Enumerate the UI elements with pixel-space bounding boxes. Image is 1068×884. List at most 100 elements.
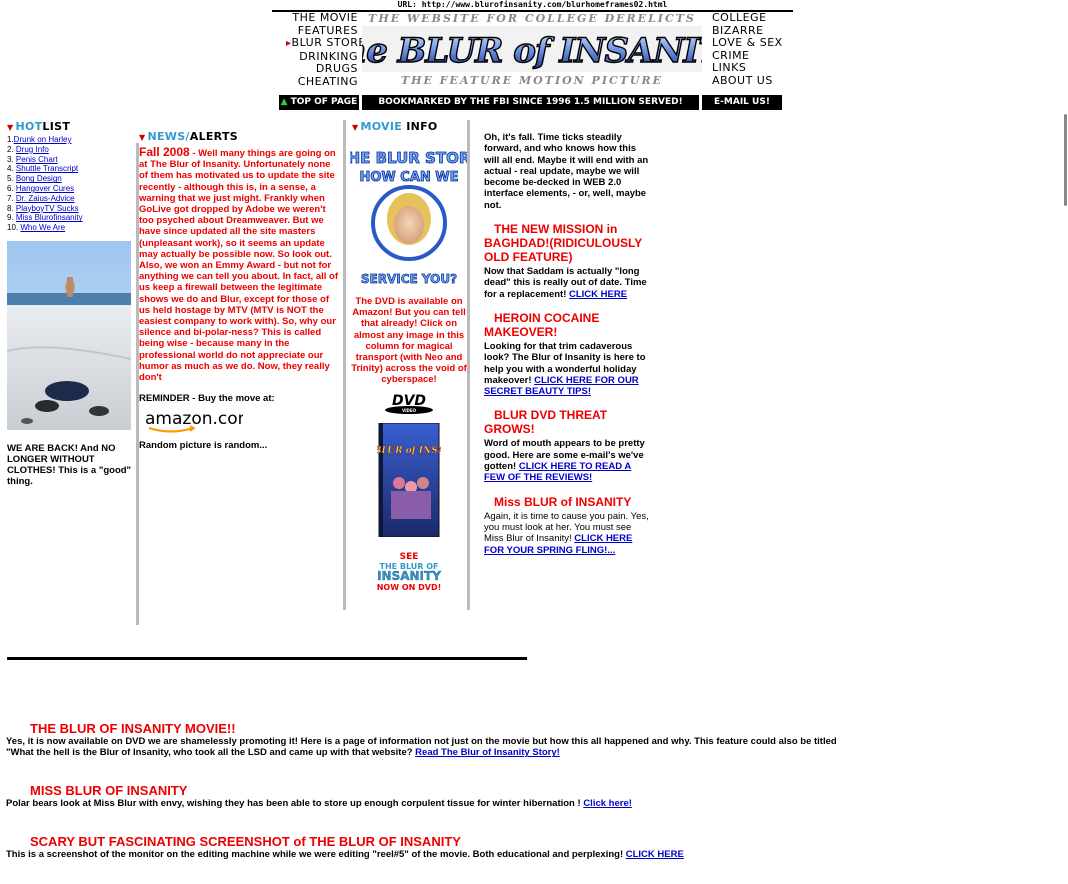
blur-store-badge[interactable]: THE BLUR STORE HOW CAN WE SERVICE YOU? [337, 141, 481, 289]
list-num: 5. [7, 174, 14, 184]
feature-text: Again, it is time to cause you pain. Yes… [484, 511, 652, 556]
hotlist-link[interactable]: Bong Design [16, 174, 62, 183]
list-num: 1. [7, 135, 14, 144]
dvd-video-logo: DVD VIDEO [385, 393, 433, 414]
feature-title: BLUR DVD THREAT GROWS! [484, 408, 652, 436]
list-item: 8. PlayboyTV Sucks [7, 204, 135, 214]
section-title: THE BLUR OF INSANITY MOVIE!! [30, 721, 236, 736]
feature-link[interactable]: CLICK HERE [569, 289, 627, 300]
beach-photo[interactable] [7, 241, 131, 430]
hotlist-link[interactable]: Who We Are [20, 223, 65, 232]
news-heading-b: ALERTS [189, 130, 238, 143]
news-text: - Well many things are going on at The B… [139, 148, 338, 384]
news-heading: ▼ NEWS/ALERTS [139, 130, 339, 143]
see-on-dvd-badge[interactable]: SEE THE BLUR OF INSANITY NOW ON DVD! [359, 550, 459, 592]
feature-text: Looking for that trim cadaverous look? T… [484, 341, 652, 397]
email-us-button[interactable]: E-MAIL US! [702, 95, 782, 110]
section-link[interactable]: Read The Blur of Insanity Story! [415, 747, 560, 758]
nav-the-movie[interactable]: THE MOVIE [286, 11, 358, 25]
list-item: 6. Hangover Cures [7, 184, 135, 194]
triangle-down-icon: ▼ [139, 133, 146, 142]
feature-title-text: THE NEW MISSION in BAGHDAD!(RIDICULOUSLY… [484, 222, 643, 265]
site-logo[interactable]: The BLUR of INSANITY [362, 26, 702, 72]
news-season: Fall 2008 [139, 145, 190, 159]
feature-title: THE NEW MISSION in BAGHDAD!(RIDICULOUSLY… [484, 222, 652, 264]
bookmarked-banner: BOOKMARKED BY THE FBI SINCE 1996 1.5 MIL… [362, 95, 699, 110]
list-num: 9. [7, 213, 14, 223]
see-text-3: INSANITY [377, 569, 441, 583]
list-item: 7. Dr. Zaius-Advice [7, 194, 135, 204]
dvd-video-text: VIDEO [402, 408, 417, 413]
dvd-available-text: The DVD is available on Amazon! But you … [351, 296, 467, 386]
feature-text: Word of mouth appears to be pretty good.… [484, 438, 652, 483]
hotlist-heading-b: LIST [42, 120, 71, 133]
list-item: 2. Drug Info [7, 145, 135, 155]
list-num: 6. [7, 183, 14, 193]
section-miss-blur: MISS BLUR OF INSANITY Polar bears look a… [6, 783, 846, 809]
feature-title-text: Miss BLUR of INSANITY [494, 494, 632, 509]
section-text: Yes, it is now available on DVD we are s… [6, 736, 846, 759]
list-item: 9. Miss Blurofinsanity [7, 213, 135, 223]
news-heading-a: NEWS/ [147, 130, 190, 143]
scrollbar-thumb[interactable] [1064, 114, 1067, 206]
dvd-box-title: The BLUR of INSANITY [377, 446, 441, 456]
news-body: Fall 2008 - Well many things are going o… [139, 145, 339, 384]
section-link[interactable]: Click here! [583, 798, 632, 809]
hotlist-link[interactable]: Drunk on Harley [14, 135, 72, 144]
feature-title: HEROIN COCAINE MAKEOVER! [484, 311, 652, 339]
section-text: This is a screenshot of the monitor on t… [6, 849, 846, 860]
news-alerts: ▼ NEWS/ALERTS Fall 2008 - Well many thing… [139, 130, 339, 451]
dvd-box-image[interactable]: The BLUR of INSANITY [352, 422, 472, 538]
section-link[interactable]: CLICK HERE [626, 849, 684, 860]
triangle-down-icon: ▼ [7, 123, 14, 132]
nav-right: COLLEGE BIZARRE LOVE & SEX CRIME LINKS A… [712, 11, 792, 88]
nav-blur-store-label: BLUR STORE [291, 36, 366, 50]
top-of-page-label: TOP OF PAGE [290, 97, 358, 107]
hotlist-heading-a: HOT [15, 120, 43, 133]
nav-college[interactable]: COLLEGE [712, 11, 792, 25]
movie-heading: ▼ MOVIE INFO [349, 120, 469, 133]
nav-blur-store[interactable]: BLUR STORE [286, 36, 366, 51]
tagline-bottom: THE FEATURE MOTION PICTURE [400, 74, 664, 87]
list-item: 10. Who We Are [7, 223, 135, 233]
list-item: 1.Drunk on Harley [7, 135, 135, 145]
horizontal-rule [7, 657, 527, 660]
up-arrow-icon: ▲ [280, 97, 288, 107]
store-subtitle: HOW CAN WE [359, 170, 458, 185]
amazon-logo[interactable]: amazon.com [143, 407, 254, 433]
see-text-1: SEE [400, 552, 419, 562]
hotlist: ▼ HOTLIST 1.Drunk on Harley 2. Drug Info … [7, 120, 135, 233]
top-of-page-button[interactable]: ▲ TOP OF PAGE [279, 95, 359, 110]
column-divider [343, 120, 346, 610]
nav-about-us[interactable]: ABOUT US [712, 74, 792, 88]
movie-heading-a: MOVIE [360, 120, 407, 133]
section-text: Polar bears look at Miss Blur with envy,… [6, 798, 846, 809]
list-item: 5. Bong Design [7, 174, 135, 184]
list-item: 4. Shuttle Transcript [7, 164, 135, 174]
hotlist-list: 1.Drunk on Harley 2. Drug Info 3. Penis … [7, 135, 135, 233]
store-title: THE BLUR STORE [350, 149, 468, 167]
random-picture-text: Random picture is random... [139, 440, 268, 452]
hotlist-link[interactable]: Dr. Zaius-Advice [16, 194, 75, 203]
feature-title: Miss BLUR of INSANITY [484, 495, 652, 509]
features-intro: Oh, it's fall. Time ticks steadily forwa… [484, 132, 649, 211]
hotlist-link[interactable]: Hangover Cures [16, 184, 74, 193]
list-num: 4. [7, 164, 14, 174]
hotlist-link[interactable]: PlayboyTV Sucks [16, 204, 79, 213]
section-body: This is a screenshot of the monitor on t… [6, 849, 626, 860]
section-body: Polar bears look at Miss Blur with envy,… [6, 798, 584, 809]
list-num: 3. [7, 154, 14, 164]
hotlist-link[interactable]: Miss Blurofinsanity [16, 213, 83, 222]
nav-cheating[interactable]: CHEATING [286, 75, 358, 89]
list-item: 3. Penis Chart [7, 155, 135, 165]
back-announcement: WE ARE BACK! And NO LONGER WITHOUT CLOTH… [7, 443, 132, 487]
hotlist-link[interactable]: Drug Info [16, 145, 49, 154]
section-title: MISS BLUR OF INSANITY [30, 783, 188, 798]
tagline-top: THE WEBSITE FOR COLLEGE DERELICTS [368, 12, 696, 25]
hotlist-link[interactable]: Shuttle Transcript [16, 164, 78, 173]
hotlist-link[interactable]: Penis Chart [16, 155, 58, 164]
feature-title-text: BLUR DVD THREAT GROWS! [484, 408, 608, 437]
nav-love-sex[interactable]: LOVE & SEX [712, 37, 792, 50]
triangle-down-icon: ▼ [352, 123, 359, 132]
header-banner: URL: http://www.blurofinsanity.com/blurh… [272, 0, 793, 112]
